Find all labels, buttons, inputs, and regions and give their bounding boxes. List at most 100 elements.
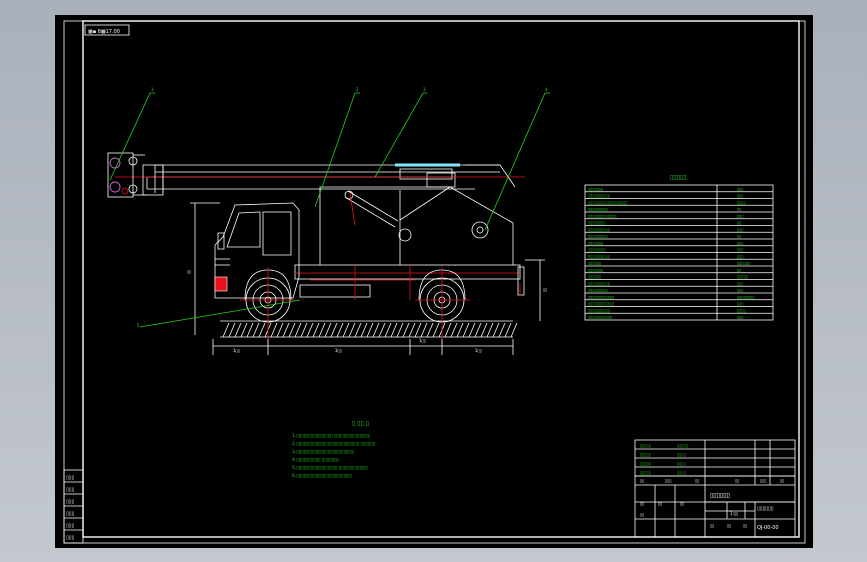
spec-row-name: ▯▯▯▯▯▯▯▯▯▯▯▯ [588,301,614,306]
spec-row-value: ▯▯▯ [737,301,744,306]
hatch-line [294,322,302,338]
hatch-line [366,322,374,338]
ground-hatch [220,320,518,338]
luffing-cylinder [344,196,396,228]
hatch-line [252,322,260,338]
svg-text:1▯▯: 1▯▯ [475,348,482,353]
spec-row-name: ▯▯▯▯▯▯▯ [588,267,603,272]
turntable-pin [471,221,489,239]
title-tag: ▩▪ 8▩17.00 [88,29,120,35]
svg-text:▯▯▯: ▯▯▯ [760,478,767,483]
spec-row-value: ▯▯▯ [737,247,744,252]
svg-text:▯▯▯: ▯▯▯ [66,535,75,541]
left-strip: ▯▯▯ ▯▯▯ ▯▯▯ ▯▯▯ ▯▯▯ ▯▯▯ [63,469,84,544]
spec-row-value: ▯▯▯ [737,288,744,293]
parts-row-name: ▯▯▯▯ [677,470,686,475]
callout-1: 1 [151,87,154,92]
hatch-line [246,322,254,338]
hatch-line [414,322,422,338]
svg-text:3▯▯: 3▯▯ [335,348,342,353]
hatch-line [420,322,428,338]
side-box [299,284,371,298]
svg-text:5.▯▯▯▯▯▯▯▯▯▯▯▯▯▯▯▯▯ ▯▯▯▯▯▯▯▯▯▯: 5.▯▯▯▯▯▯▯▯▯▯▯▯▯▯▯▯▯ ▯▯▯▯▯▯▯▯▯▯▯▯ [292,465,368,471]
hatch-line [318,322,326,338]
hatch-line [222,322,230,338]
svg-text:1.▯▯▯▯▯▯▯▯▯▯▯▯▯▯▯ ▯▯▯▯▯▯▯▯▯▯▯▯: 1.▯▯▯▯▯▯▯▯▯▯▯▯▯▯▯ ▯▯▯▯▯▯▯▯▯▯▯▯▯▯▯ [292,433,370,439]
spec-row-name: ▯▯▯▯▯▯▯ [588,186,603,191]
parts-row-name: ▯▯▯▯ [677,452,686,457]
title-block: ▯▯▯▯▯ ▯▯▯▯▯▯▯▯▯▯ ▯▯▯▯▯▯▯▯▯ ▯▯▯▯▯▯▯▯▯ ▯▯▯▯ ▯▯… [634,439,796,538]
spec-row-value: ▯▯▯▯▯ [737,274,748,279]
svg-text:4.▯▯▯▯▯▯▯▯▯▯ ▯▯▯▯▯▯▯: 4.▯▯▯▯▯▯▯▯▯▯ ▯▯▯▯▯▯▯ [292,457,339,463]
spec-row-name: ▯▯▯▯▯▯▯▯▯▯▯▯ [588,294,614,299]
spec-table-title: ▯▯▯▯▯ [670,174,687,181]
svg-text:▯▯: ▯▯ [187,269,191,274]
hatch-line [234,322,242,338]
truck-drawing: 1▯▯ 3▯▯ 1▯▯ 1▯▯ ▯▯ ▯▯ 1 2 3 4 5 [107,87,550,355]
cab-window [226,211,261,248]
spec-row-name: ▯▯▯▯▯▯▯▯▯▯▯ [588,315,612,320]
spec-row-value: ▯▯ [737,267,741,272]
hatch-line [240,322,248,338]
hatch-line [474,322,482,338]
spec-row-value: ▯▯▯▯▯▯▯▯ [737,294,755,299]
spec-row-name: ▯▯▯▯▯▯▯▯▯▯ [588,281,610,286]
hatch-line [408,322,416,338]
spec-row-value: ▯▯▯ [737,193,744,198]
outer-border [63,20,806,544]
hatch-line [372,322,380,338]
spec-row-value: ▯▯ [737,220,741,225]
hatch-line [432,322,440,338]
spec-row-name: ▯▯▯▯▯▯▯▯▯▯ [588,227,610,232]
technical-notes: ▯ ▯▯ ▯ 1.▯▯▯▯▯▯▯▯▯▯▯▯▯▯▯ ▯▯▯▯▯▯▯▯▯▯▯▯▯▯▯… [292,420,375,479]
hatch-line [498,322,506,338]
headlight [214,276,228,292]
hatch-line [258,322,266,338]
svg-text:3.▯▯▯▯▯▯▯▯▯▯▯▯▯▯▯▯▯▯▯▯▯▯▯▯: 3.▯▯▯▯▯▯▯▯▯▯▯▯▯▯▯▯▯▯▯▯▯▯▯▯ [292,449,354,455]
truck-cab [214,202,300,299]
hatch-line [396,322,404,338]
spec-row-name: ▯▯▯▯▯▯▯▯▯▯ [588,308,610,313]
boom-head [107,152,147,198]
hatch-line [444,322,452,338]
hatch-line [330,322,338,338]
spec-row-value: ▯▯ [737,207,741,212]
hatch-line [270,322,278,338]
hatch-line [348,322,356,338]
hatch-line [276,322,284,338]
drawing-name: ▯▯▯▯▯▯ [710,492,730,499]
spec-row-name: ▯▯▯▯▯▯▯▯ [588,220,606,225]
chassis-frame [294,264,521,280]
hatch-line [324,322,332,338]
svg-text:6.▯▯▯▯▯▯▯▯▯▯▯▯▯▯▯▯▯▯▯▯▯▯▯: 6.▯▯▯▯▯▯▯▯▯▯▯▯▯▯▯▯▯▯▯▯▯▯▯ [292,473,352,479]
svg-text:▯▯: ▯▯ [543,287,547,292]
spec-row-name: ▯▯▯▯▯▯ [588,261,601,266]
spec-row-name: ▯▯▯▯▯▯ [588,274,601,279]
extension-cylinder [399,168,453,180]
hatch-line [312,322,320,338]
spec-row-value: ▯▯▯ [737,240,744,245]
svg-text:▯▯▯: ▯▯▯ [66,523,75,529]
spec-row-name: ▯▯▯▯▯▯▯▯▯ [588,288,608,293]
cab-door [262,211,292,256]
rear-bumper [517,266,525,296]
svg-text:▯▯: ▯▯ [680,501,684,506]
drawing-canvas[interactable]: ▩▪ 8▩17.00 ▯▯▯ ▯▯▯ ▯▯▯ ▯▯▯ ▯▯▯ ▯▯▯ 1▯▯ 3… [55,15,813,548]
parts-row-name: ▯▯▯▯ [677,461,686,466]
svg-text:1▯▯: 1▯▯ [233,348,240,353]
drawing-subtitle: ▯▯▯▯▯▯ [757,506,774,512]
spec-row-value: ▯▯ [737,234,741,239]
hatch-line [306,322,314,338]
hatch-line [282,322,290,338]
spec-row-value: ▯▯▯ [737,254,744,259]
hatch-line [300,322,308,338]
spec-row-value: ▯▯▯ [737,227,744,232]
hatch-line [510,322,518,338]
spec-row-name: ▯▯▯▯▯▯▯▯▯ [588,234,608,239]
spec-row-value: ▯▯▯ [737,186,744,191]
drawing-number: QJ-00-00 [757,525,779,531]
spec-table: ▯▯▯▯▯ ▯▯▯▯▯▯▯ ▯▯▯▯▯▯▯▯▯▯▯▯▯ ▯▯▯▯▯▯▯▯▯▯▯▯▯▯… [584,174,774,321]
svg-text:1▯▯: 1▯▯ [419,338,426,343]
svg-text:▯▯: ▯▯ [727,523,731,528]
svg-text:2.▯▯▯▯▯▯▯▯▯▯▯▯▯▯▯▯▯▯▯▯▯▯▯▯▯▯ ▯: 2.▯▯▯▯▯▯▯▯▯▯▯▯▯▯▯▯▯▯▯▯▯▯▯▯▯▯ ▯▯▯▯▯▯ [292,441,375,447]
